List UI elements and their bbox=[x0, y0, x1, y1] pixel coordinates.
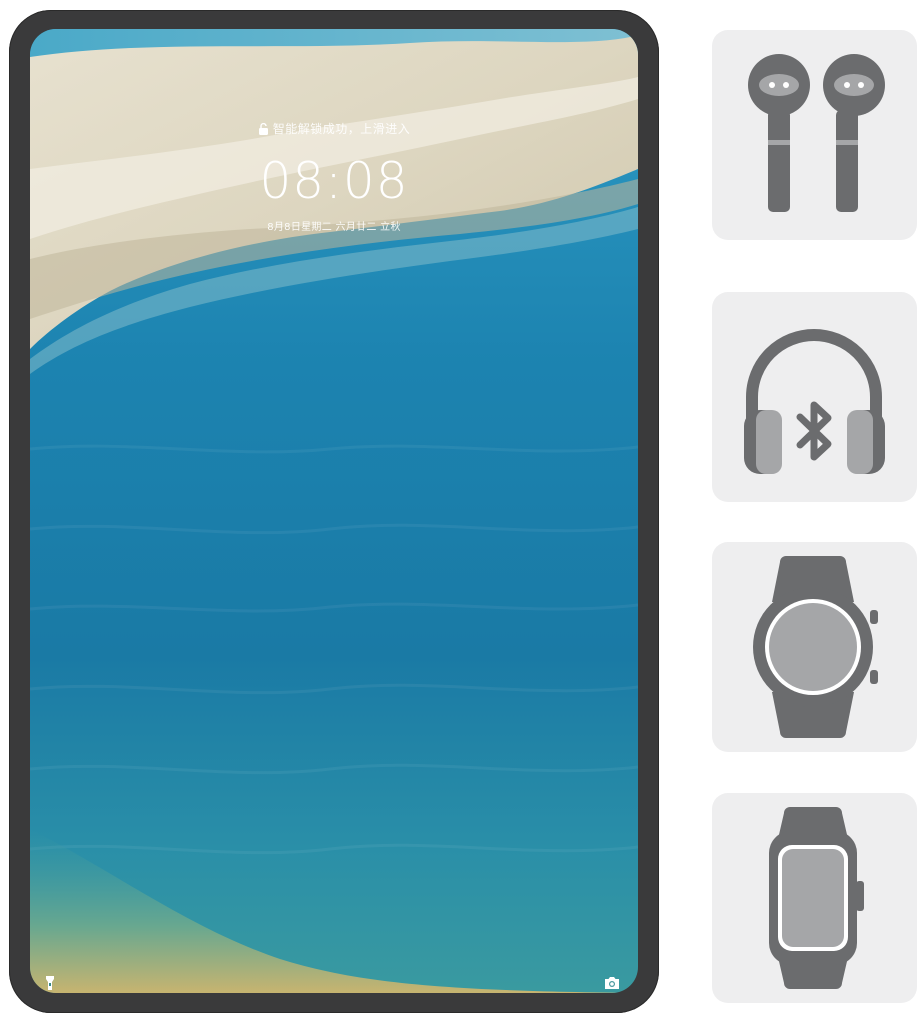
flashlight-icon[interactable] bbox=[45, 975, 55, 993]
earbuds-tile[interactable] bbox=[712, 30, 917, 240]
unlock-hint: 智能解锁成功，上滑进入 bbox=[30, 120, 638, 138]
unlock-hint-text: 智能解锁成功，上滑进入 bbox=[272, 122, 411, 136]
round-watch-tile[interactable] bbox=[712, 542, 917, 752]
headphones-tile[interactable] bbox=[712, 292, 917, 502]
square-watch-tile[interactable] bbox=[712, 793, 917, 1003]
round-smartwatch-icon bbox=[753, 556, 878, 738]
bluetooth-headphones-icon bbox=[744, 329, 885, 474]
lock-clock: 08:08 bbox=[259, 152, 409, 210]
lock-date: 8月8日星期二 六月廿二 立秋 bbox=[267, 222, 401, 233]
camera-icon[interactable] bbox=[604, 975, 620, 993]
square-smartwatch-icon bbox=[769, 807, 864, 989]
lock-screen[interactable]: 智能解锁成功，上滑进入 08:08 8月8日星期二 六月廿二 立秋 bbox=[30, 29, 638, 993]
tablet-device: 智能解锁成功，上滑进入 08:08 8月8日星期二 六月廿二 立秋 bbox=[9, 10, 659, 1013]
earbuds-icon bbox=[748, 54, 885, 212]
unlock-icon bbox=[258, 122, 269, 138]
